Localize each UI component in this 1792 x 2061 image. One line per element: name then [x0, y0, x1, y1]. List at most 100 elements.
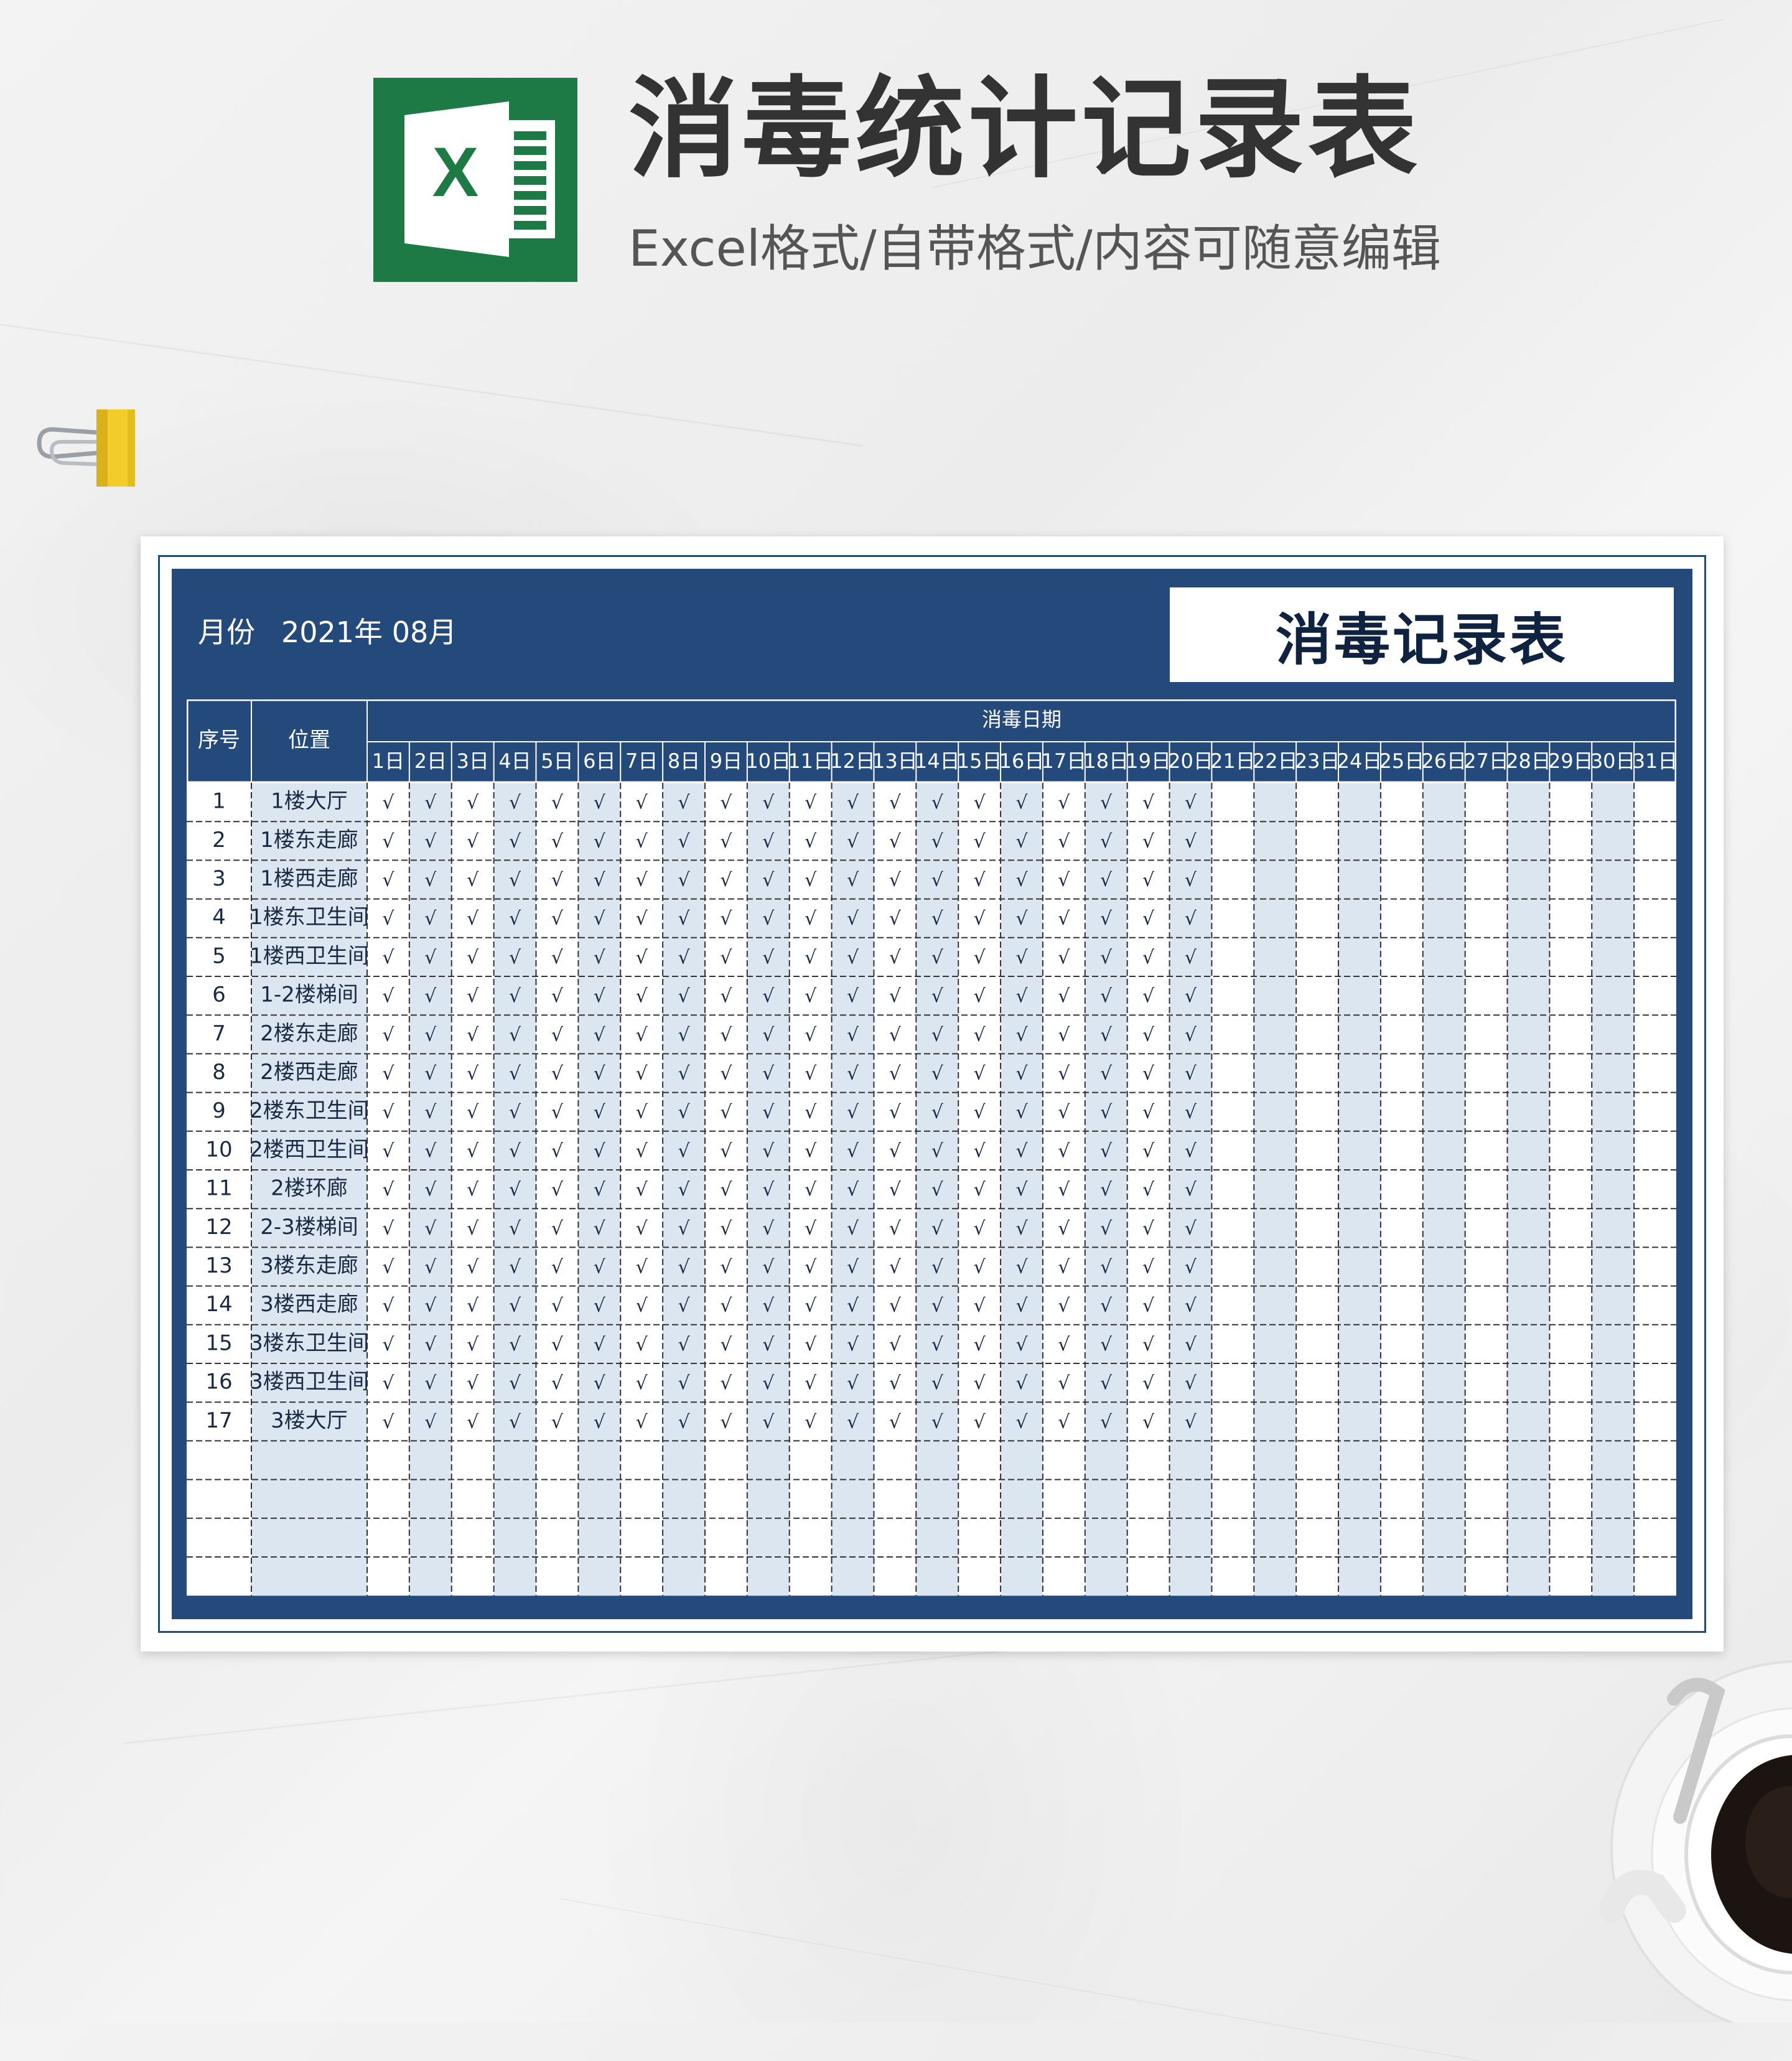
check-mark[interactable]: √	[551, 1295, 564, 1317]
check-mark[interactable]: √	[931, 869, 944, 891]
check-mark[interactable]: √	[847, 1140, 859, 1162]
check-mark[interactable]: √	[467, 1411, 479, 1433]
check-mark[interactable]: √	[551, 908, 564, 930]
check-mark[interactable]: √	[1058, 908, 1070, 930]
check-mark[interactable]: √	[509, 1334, 521, 1355]
check-mark[interactable]: √	[889, 1179, 902, 1201]
check-mark[interactable]: √	[551, 1101, 564, 1123]
check-mark[interactable]: √	[1058, 1024, 1070, 1046]
check-mark[interactable]: √	[1015, 1334, 1028, 1355]
check-mark[interactable]: √	[1142, 1179, 1155, 1201]
check-mark[interactable]: √	[1100, 792, 1113, 814]
check-mark[interactable]: √	[847, 1411, 859, 1433]
check-mark[interactable]: √	[1142, 792, 1155, 814]
check-mark[interactable]: √	[847, 831, 859, 853]
check-mark[interactable]: √	[1015, 1218, 1028, 1240]
check-mark[interactable]: √	[1185, 986, 1197, 1007]
check-mark[interactable]: √	[931, 1373, 944, 1395]
check-mark[interactable]: √	[1100, 1024, 1113, 1046]
check-mark[interactable]: √	[1142, 986, 1155, 1007]
check-mark[interactable]: √	[382, 946, 394, 968]
check-mark[interactable]: √	[720, 1063, 732, 1085]
check-mark[interactable]: √	[594, 1024, 606, 1046]
check-mark[interactable]: √	[382, 986, 394, 1007]
check-mark[interactable]: √	[1185, 1334, 1197, 1355]
check-mark[interactable]: √	[805, 1218, 817, 1240]
check-mark[interactable]: √	[551, 1411, 564, 1433]
check-mark[interactable]: √	[847, 986, 859, 1007]
check-mark[interactable]: √	[594, 1179, 606, 1201]
check-mark[interactable]: √	[720, 792, 732, 814]
check-mark[interactable]: √	[974, 1295, 986, 1317]
check-mark[interactable]: √	[678, 946, 690, 968]
check-mark[interactable]: √	[1142, 1334, 1155, 1355]
check-mark[interactable]: √	[678, 1411, 690, 1433]
check-mark[interactable]: √	[424, 1024, 437, 1046]
check-mark[interactable]: √	[636, 1101, 648, 1123]
check-mark[interactable]: √	[805, 1411, 817, 1433]
check-mark[interactable]: √	[382, 869, 394, 891]
check-mark[interactable]: √	[1185, 831, 1197, 853]
check-mark[interactable]: √	[636, 1024, 648, 1046]
check-mark[interactable]: √	[974, 869, 986, 891]
check-mark[interactable]: √	[636, 1256, 648, 1278]
check-mark[interactable]: √	[594, 1411, 606, 1433]
check-mark[interactable]: √	[424, 1140, 437, 1162]
check-mark[interactable]: √	[762, 986, 775, 1007]
check-mark[interactable]: √	[1058, 946, 1070, 968]
check-mark[interactable]: √	[551, 986, 564, 1007]
check-mark[interactable]: √	[1015, 1373, 1028, 1395]
check-mark[interactable]: √	[1185, 1063, 1197, 1085]
check-mark[interactable]: √	[678, 986, 690, 1007]
check-mark[interactable]: √	[467, 986, 479, 1007]
check-mark[interactable]: √	[720, 908, 732, 930]
check-mark[interactable]: √	[424, 1179, 437, 1201]
check-mark[interactable]: √	[1058, 1101, 1070, 1123]
check-mark[interactable]: √	[424, 1411, 437, 1433]
check-mark[interactable]: √	[805, 1063, 817, 1085]
check-mark[interactable]: √	[889, 1101, 902, 1123]
check-mark[interactable]: √	[1100, 1218, 1113, 1240]
check-mark[interactable]: √	[762, 1256, 775, 1278]
check-mark[interactable]: √	[424, 1373, 437, 1395]
check-mark[interactable]: √	[467, 1295, 479, 1317]
check-mark[interactable]: √	[1058, 1334, 1070, 1355]
check-mark[interactable]: √	[931, 792, 944, 814]
check-mark[interactable]: √	[931, 1179, 944, 1201]
check-mark[interactable]: √	[636, 1063, 648, 1085]
check-mark[interactable]: √	[889, 869, 902, 891]
check-mark[interactable]: √	[1142, 1024, 1155, 1046]
check-mark[interactable]: √	[382, 1256, 394, 1278]
check-mark[interactable]: √	[931, 1256, 944, 1278]
check-mark[interactable]: √	[762, 1179, 775, 1201]
check-mark[interactable]: √	[1100, 1179, 1113, 1201]
check-mark[interactable]: √	[509, 1140, 521, 1162]
check-mark[interactable]: √	[636, 869, 648, 891]
check-mark[interactable]: √	[636, 1295, 648, 1317]
check-mark[interactable]: √	[382, 1334, 394, 1355]
check-mark[interactable]: √	[678, 792, 690, 814]
check-mark[interactable]: √	[1015, 869, 1028, 891]
check-mark[interactable]: √	[382, 1373, 394, 1395]
check-mark[interactable]: √	[762, 1063, 775, 1085]
check-mark[interactable]: √	[974, 1101, 986, 1123]
check-mark[interactable]: √	[1058, 869, 1070, 891]
check-mark[interactable]: √	[889, 1024, 902, 1046]
check-mark[interactable]: √	[594, 908, 606, 930]
check-mark[interactable]: √	[1142, 831, 1155, 853]
check-mark[interactable]: √	[720, 1373, 732, 1395]
check-mark[interactable]: √	[1015, 1179, 1028, 1201]
check-mark[interactable]: √	[1058, 1373, 1070, 1395]
check-mark[interactable]: √	[1100, 1101, 1113, 1123]
check-mark[interactable]: √	[762, 1140, 775, 1162]
check-mark[interactable]: √	[424, 1063, 437, 1085]
check-mark[interactable]: √	[889, 1218, 902, 1240]
check-mark[interactable]: √	[509, 869, 521, 891]
check-mark[interactable]: √	[1058, 1179, 1070, 1201]
check-mark[interactable]: √	[720, 1218, 732, 1240]
check-mark[interactable]: √	[467, 1218, 479, 1240]
check-mark[interactable]: √	[847, 1063, 859, 1085]
check-mark[interactable]: √	[509, 1256, 521, 1278]
check-mark[interactable]: √	[509, 1024, 521, 1046]
check-mark[interactable]: √	[805, 946, 817, 968]
